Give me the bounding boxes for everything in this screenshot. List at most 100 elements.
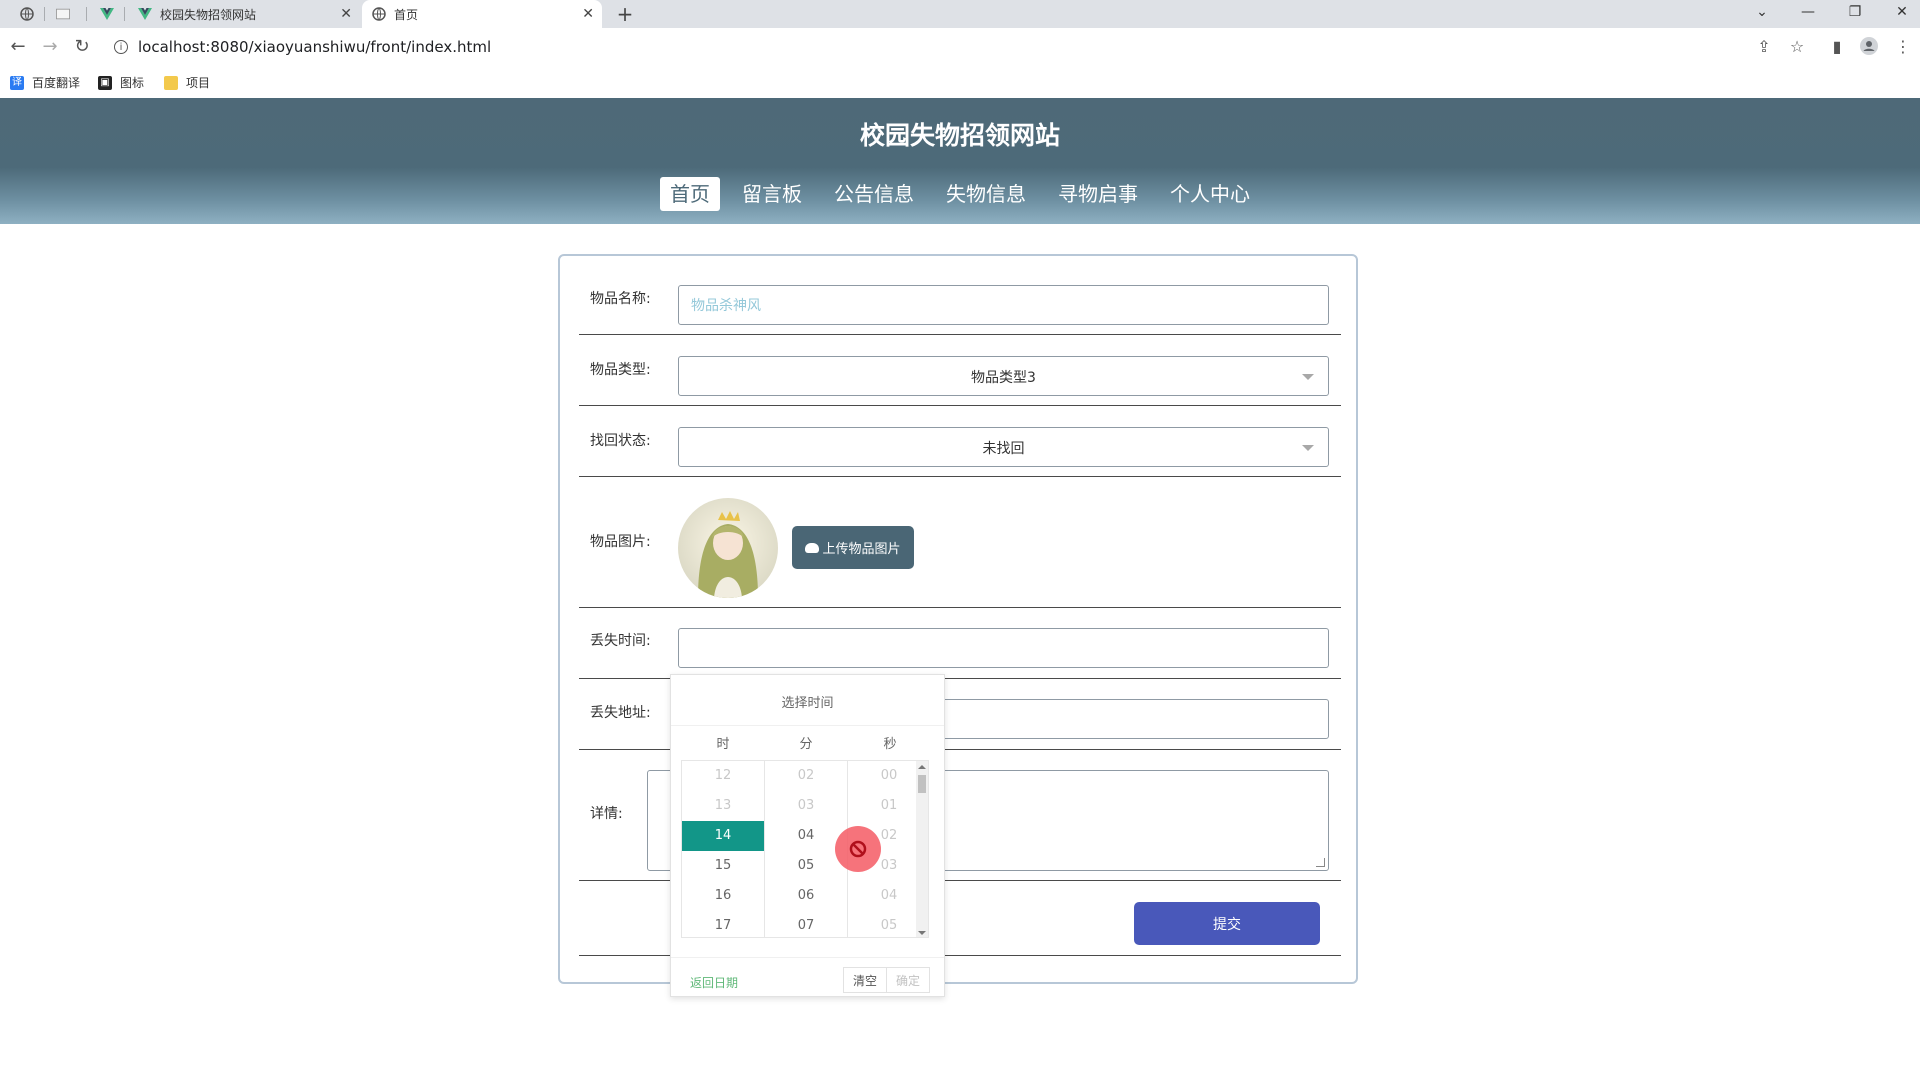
pinned-tab-blank[interactable] — [46, 0, 78, 28]
upload-image-button[interactable]: 上传物品图片 — [792, 526, 914, 569]
browser-tab-strip: 校园失物招领网站 ✕ 首页 ✕ + ⌄ — ❐ ✕ — [0, 0, 1920, 28]
row-divider — [579, 607, 1341, 608]
item-type-select[interactable]: 物品类型3 — [678, 356, 1329, 396]
minimize-icon[interactable]: — — [1798, 4, 1818, 20]
browser-menu-icon[interactable]: ⋮ — [1893, 37, 1913, 56]
back-to-date-link[interactable]: 返回日期 — [690, 974, 738, 991]
chevron-down-icon — [1302, 374, 1314, 380]
globe-icon — [372, 7, 386, 21]
bookmark-icons[interactable]: ▣ 图标 — [98, 74, 144, 91]
bookmark-star-icon[interactable]: ☆ — [1787, 37, 1807, 56]
close-tab-icon[interactable]: ✕ — [340, 6, 352, 22]
vue-logo-icon — [138, 7, 152, 21]
bookmark-projects[interactable]: 项目 — [164, 74, 210, 91]
hour-option[interactable]: 13 — [682, 791, 764, 821]
row-divider — [579, 405, 1341, 406]
address-bar: ← → ↻ i localhost:8080/xiaoyuanshiwu/fro… — [0, 28, 1920, 66]
nav-item-message-board[interactable]: 留言板 — [732, 177, 812, 211]
forward-icon[interactable]: → — [40, 36, 60, 57]
tab-campus-site[interactable]: 校园失物招领网站 ✕ — [128, 0, 360, 28]
minute-option[interactable]: 02 — [765, 761, 847, 791]
share-icon[interactable]: ⇪ — [1754, 37, 1774, 56]
submit-button[interactable]: 提交 — [1134, 902, 1320, 945]
second-column-header: 秒 — [883, 737, 897, 752]
second-list-scrollbar[interactable] — [916, 761, 928, 937]
url-field[interactable]: i localhost:8080/xiaoyuanshiwu/front/ind… — [114, 32, 1754, 62]
submit-label: 提交 — [1213, 916, 1241, 933]
back-icon[interactable]: ← — [8, 36, 28, 57]
minute-option[interactable]: 06 — [765, 881, 847, 911]
minute-option[interactable]: 07 — [765, 911, 847, 937]
site-info-icon[interactable]: i — [114, 40, 128, 54]
site-header: 校园失物招领网站 首页 留言板 公告信息 失物信息 寻物启事 个人中心 — [0, 98, 1920, 224]
row-divider — [579, 476, 1341, 477]
nav-item-lost-notices[interactable]: 寻物启事 — [1048, 177, 1148, 211]
minute-option[interactable]: 05 — [765, 851, 847, 881]
tab-search-chevron-icon[interactable]: ⌄ — [1752, 4, 1772, 20]
lost-time-input[interactable] — [678, 628, 1329, 668]
side-panel-icon[interactable]: ▮ — [1827, 37, 1847, 56]
hour-option[interactable]: 12 — [682, 761, 764, 791]
hour-option[interactable]: 16 — [682, 881, 764, 911]
bookmark-label: 项目 — [186, 76, 211, 90]
scroll-up-arrow-icon[interactable] — [918, 765, 926, 769]
item-type-label: 物品类型: — [590, 362, 651, 378]
hour-option[interactable]: 15 — [682, 851, 764, 881]
lost-time-label: 丢失时间: — [590, 633, 651, 649]
url-text: localhost:8080/xiaoyuanshiwu/front/index… — [138, 38, 492, 56]
item-name-label: 物品名称: — [590, 291, 651, 307]
not-allowed-cursor-icon — [835, 826, 881, 872]
nav-item-announcements[interactable]: 公告信息 — [824, 177, 924, 211]
restore-icon[interactable]: ❐ — [1845, 4, 1865, 20]
bookmark-baidu-translate[interactable]: 译 百度翻译 — [10, 74, 80, 91]
bookmark-label: 图标 — [120, 76, 145, 90]
nav-item-lost-items[interactable]: 失物信息 — [936, 177, 1036, 211]
hour-list[interactable]: 12 13 14 15 16 17 — [682, 761, 764, 937]
hour-option[interactable]: 17 — [682, 911, 764, 937]
scroll-thumb[interactable] — [918, 775, 926, 793]
translate-icon: 译 — [10, 75, 24, 90]
time-picker-title: 选择时间 — [671, 692, 944, 726]
recovery-status-select[interactable]: 未找回 — [678, 427, 1329, 467]
profile-avatar-icon[interactable] — [1859, 37, 1879, 59]
detail-label: 详情: — [590, 806, 623, 822]
nav-item-personal-center[interactable]: 个人中心 — [1160, 177, 1260, 211]
reload-icon[interactable]: ↻ — [72, 36, 92, 57]
pinned-tab-globe[interactable] — [10, 0, 42, 28]
time-picker-popup: 选择时间 时 分 秒 12 13 14 15 16 17 02 03 04 05… — [670, 674, 945, 997]
tab-separator — [44, 7, 45, 21]
resize-handle-icon[interactable] — [1316, 858, 1325, 867]
tab-separator — [124, 7, 125, 21]
tab-title: 校园失物招领网站 — [160, 7, 257, 22]
blank-page-icon — [56, 7, 70, 21]
pinned-tab-vue[interactable] — [90, 0, 122, 28]
globe-icon — [20, 7, 34, 21]
main-nav: 首页 留言板 公告信息 失物信息 寻物启事 个人中心 — [0, 177, 1920, 211]
bookmark-label: 百度翻译 — [32, 76, 81, 90]
item-name-input[interactable]: 物品杀神风 — [678, 285, 1329, 325]
minute-option[interactable]: 03 — [765, 791, 847, 821]
recovery-status-value: 未找回 — [982, 441, 1025, 457]
close-window-icon[interactable]: ✕ — [1892, 4, 1912, 20]
scroll-down-arrow-icon[interactable] — [918, 931, 926, 935]
chevron-down-icon — [1302, 445, 1314, 451]
clear-button[interactable]: 清空 — [843, 967, 887, 993]
image-icon: ▣ — [98, 75, 112, 90]
site-title: 校园失物招领网站 — [859, 121, 1060, 150]
time-picker-footer: 返回日期 清空 确定 — [671, 957, 944, 998]
hour-option-selected[interactable]: 14 — [682, 821, 764, 851]
minute-column-header: 分 — [799, 737, 813, 752]
item-type-value: 物品类型3 — [971, 370, 1036, 386]
close-tab-icon[interactable]: ✕ — [582, 6, 594, 22]
confirm-button[interactable]: 确定 — [886, 967, 930, 993]
tab-home[interactable]: 首页 ✕ — [362, 0, 602, 28]
new-tab-icon[interactable]: + — [614, 2, 636, 26]
row-divider — [579, 334, 1341, 335]
upload-image-label: 上传物品图片 — [822, 542, 901, 557]
vue-logo-icon — [100, 7, 114, 21]
item-image-label: 物品图片: — [590, 534, 651, 550]
folder-icon — [164, 75, 178, 90]
tab-title: 首页 — [394, 7, 419, 22]
nav-item-home[interactable]: 首页 — [660, 177, 720, 211]
hour-column-header: 时 — [716, 737, 730, 752]
